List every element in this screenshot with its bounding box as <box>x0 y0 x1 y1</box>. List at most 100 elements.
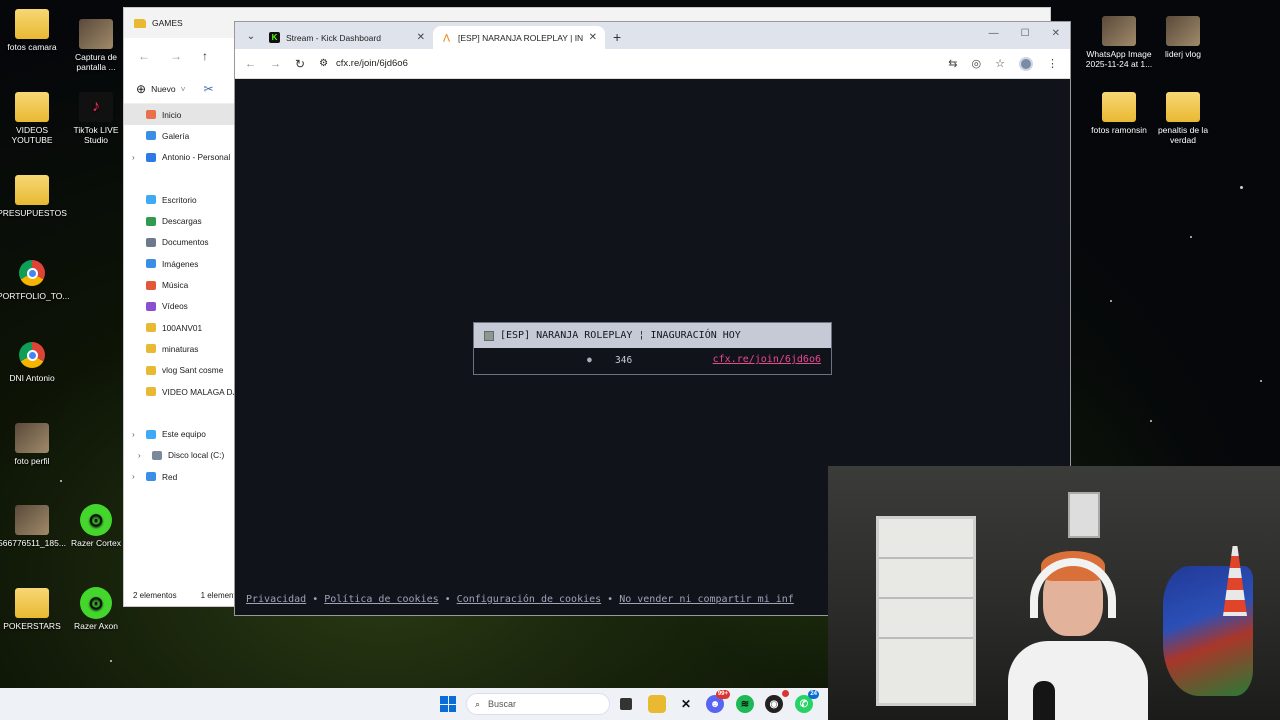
microphone <box>1033 681 1055 720</box>
nav-item-icon <box>146 301 156 311</box>
chevron-right-icon[interactable]: › <box>132 472 135 481</box>
nav-item[interactable]: Inicio <box>124 104 236 126</box>
close-tab-icon[interactable]: ✕ <box>417 32 425 43</box>
nav-item-icon <box>146 365 156 375</box>
nav-item[interactable]: Música <box>124 274 236 295</box>
cut-icon[interactable]: ✂ <box>204 82 214 96</box>
nav-item[interactable]: Vídeos <box>124 296 236 317</box>
desktop-icon-left-7[interactable]: foto perfil <box>0 423 67 466</box>
desktop-icon-label: fotos camara <box>7 42 57 52</box>
nav-item[interactable]: vlog Sant cosme <box>124 360 236 381</box>
capcut-icon[interactable]: ✕ <box>677 695 695 713</box>
nav-item-label: minaturas <box>162 343 199 354</box>
desktop-icon-right-3[interactable]: penaltis de la verdad <box>1148 92 1218 145</box>
desktop-icon-left-2[interactable]: VIDEOS YOUTUBE <box>0 92 67 145</box>
chevron-right-icon[interactable]: › <box>132 430 135 439</box>
nav-item-label: vlog Sant cosme <box>162 365 224 376</box>
server-card-header: [ESP] NARANJA ROLEPLAY ¦ INAGURACIÓN HOY <box>474 323 831 348</box>
desktop-icon-left-11[interactable]: ⊙ Razer Axon <box>61 587 131 631</box>
desktop-icon-left-5[interactable]: PORTFOLIO_TO... <box>0 258 69 301</box>
tab-kick-dashboard[interactable]: K Stream - Kick Dashboard ✕ <box>261 26 433 49</box>
desktop-icon-right-0[interactable]: WhatsApp Image 2025-11-24 at 1... <box>1084 16 1154 69</box>
search-icon: ⌕ <box>475 698 481 709</box>
taskbar-search[interactable]: ⌕ Buscar <box>466 693 610 715</box>
nav-item-icon <box>146 259 156 269</box>
nav-item[interactable]: Galería <box>124 125 236 146</box>
join-link[interactable]: cfx.re/join/6jd6o6 <box>713 354 821 365</box>
menu-dots-icon[interactable]: ⋮ <box>1047 57 1058 70</box>
file-explorer-icon[interactable] <box>648 695 666 713</box>
forward-arrow-icon[interactable]: → <box>170 49 182 63</box>
chevron-right-icon[interactable]: › <box>138 451 141 460</box>
address-bar[interactable]: ⚙ cfx.re/join/6jd6o6 <box>319 58 934 69</box>
close-window-icon[interactable]: ✕ <box>1052 28 1060 39</box>
desktop-icon-left-9[interactable]: ⊙ Razer Cortex <box>61 504 131 548</box>
explorer-tab[interactable]: GAMES <box>134 18 183 28</box>
minimize-icon[interactable]: — <box>989 28 999 39</box>
close-tab-icon[interactable]: ✕ <box>589 32 597 43</box>
desktop-icon-left-8[interactable]: 566776511_185... <box>0 505 67 548</box>
nav-item[interactable]: minaturas <box>124 338 236 359</box>
forward-icon[interactable]: → <box>270 58 281 70</box>
nav-item[interactable]: VIDEO MALAGA DJI <box>124 381 239 402</box>
desktop-icon-left-1[interactable]: Captura de pantalla ... <box>61 19 131 72</box>
poster <box>1068 492 1100 538</box>
tab-search-icon[interactable]: ⌄ <box>241 26 261 46</box>
new-button[interactable]: ⊕ Nuevo ˅ <box>136 82 186 96</box>
back-icon[interactable]: ← <box>245 58 256 70</box>
maximize-icon[interactable]: ☐ <box>1021 28 1030 39</box>
desktop-icon-right-1[interactable]: liderj vlog <box>1148 16 1218 59</box>
privacy-link[interactable]: Privacidad <box>246 594 306 605</box>
windows-start-icon[interactable] <box>440 696 456 712</box>
desktop-icon-right-2[interactable]: fotos ramonsin <box>1084 92 1154 135</box>
new-tab-icon[interactable]: + <box>613 29 621 45</box>
nav-item[interactable]: 100ANV01 <box>124 317 236 338</box>
nav-item-icon <box>146 344 156 354</box>
desktop-icon-label: liderj vlog <box>1165 49 1201 59</box>
eye-off-icon[interactable]: ◎ <box>972 57 982 70</box>
nav-item[interactable]: Escritorio <box>124 189 236 210</box>
search-placeholder: Buscar <box>488 699 517 709</box>
nav-item-label: Documentos <box>162 237 209 248</box>
discord-badge: 99+ <box>715 690 730 699</box>
desktop-icon-left-0[interactable]: fotos camara <box>0 9 67 52</box>
folder-icon <box>15 92 49 122</box>
nav-item[interactable]: Documentos <box>124 232 236 253</box>
nav-item-icon <box>146 237 156 247</box>
cookie-policy-link[interactable]: Política de cookies <box>324 594 438 605</box>
desktop-icon-label: WhatsApp Image 2025-11-24 at 1... <box>1085 49 1153 69</box>
nav-item-icon <box>146 323 156 333</box>
server-card: [ESP] NARANJA ROLEPLAY ¦ INAGURACIÓN HOY… <box>473 322 832 375</box>
discord-icon[interactable]: ☻ 99+ <box>706 690 730 713</box>
nav-item[interactable]: › Red <box>124 466 236 487</box>
desktop-icon-left-6[interactable]: DNI Antonio <box>0 340 67 383</box>
nav-item[interactable]: Imágenes <box>124 253 236 274</box>
desktop-icon-label: Razer Cortex <box>70 538 122 548</box>
nav-item-label: 100ANV01 <box>162 322 203 333</box>
chrome-icon <box>15 340 49 370</box>
spotify-icon[interactable]: ≋ <box>736 695 754 713</box>
desktop-icon-left-3[interactable]: ♪ TikTok LIVE Studio <box>61 92 131 145</box>
nav-item[interactable]: Descargas <box>124 210 236 231</box>
chevron-right-icon[interactable]: › <box>132 153 135 162</box>
nav-item[interactable]: › Este equipo <box>124 423 236 444</box>
site-settings-icon[interactable]: ⚙ <box>319 58 328 69</box>
tab-naranja-roleplay[interactable]: ⋀ [ESP] NARANJA ROLEPLAY | IN ✕ <box>433 26 605 49</box>
do-not-sell-link[interactable]: No vender ni compartir mi inf <box>619 594 794 605</box>
whatsapp-icon[interactable]: ✆ 24 <box>795 690 819 713</box>
back-arrow-icon[interactable]: ← <box>138 49 150 63</box>
bookmark-star-icon[interactable]: ☆ <box>995 57 1005 70</box>
cookie-settings-link[interactable]: Configuración de cookies <box>457 594 602 605</box>
desktop-icon-left-4[interactable]: PRESUPUESTOS <box>0 175 67 218</box>
desktop-icon-left-10[interactable]: POKERSTARS <box>0 588 67 631</box>
translate-icon[interactable]: ⇆ <box>948 57 957 70</box>
reload-icon[interactable]: ↻ <box>295 57 305 71</box>
obs-icon[interactable]: ◉ <box>765 690 789 713</box>
task-view-icon[interactable] <box>620 698 632 710</box>
up-arrow-icon[interactable]: ↑ <box>202 49 208 63</box>
nav-item-label: Disco local (C:) <box>168 450 225 461</box>
profile-avatar[interactable] <box>1019 56 1033 71</box>
nav-item-label: Escritorio <box>162 194 197 205</box>
nav-item[interactable]: › Disco local (C:) <box>124 445 236 466</box>
nav-item[interactable]: › Antonio - Personal <box>124 147 236 168</box>
